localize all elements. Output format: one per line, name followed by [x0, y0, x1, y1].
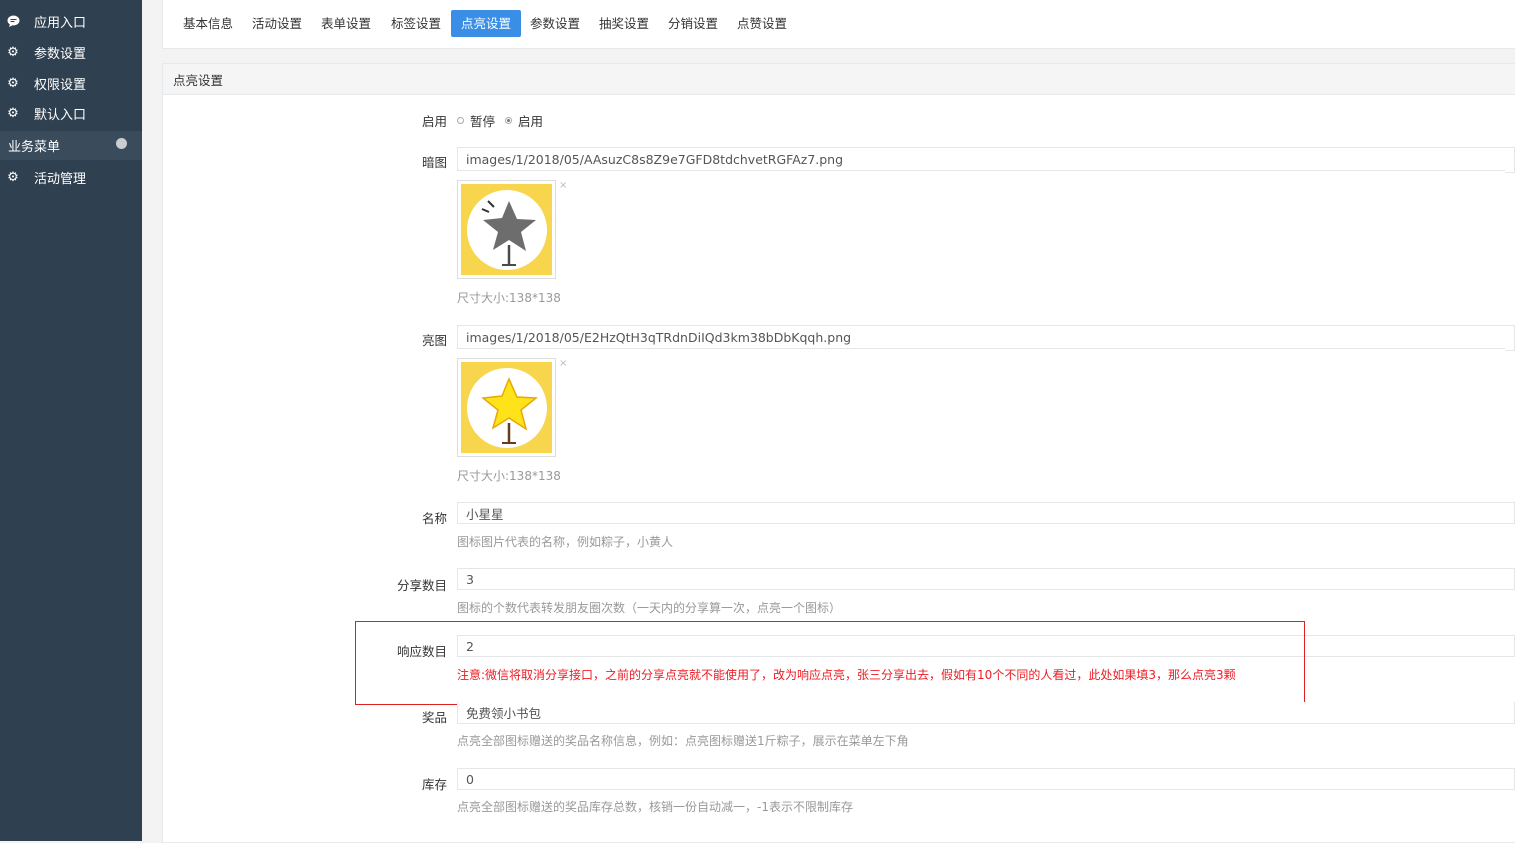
gear-icon: ⚙: [7, 75, 19, 91]
stock-value: 0: [466, 771, 474, 787]
light-image-path-value: images/1/2018/05/E2HzQtH3qTRdnDiIQd3km38…: [466, 329, 852, 345]
tab-form-settings[interactable]: 表单设置: [311, 10, 381, 37]
radio-icon: [457, 117, 464, 124]
prize-label: 奖品: [421, 710, 447, 725]
remove-dark-image-icon[interactable]: ×: [559, 180, 567, 191]
sidebar-item-label: 参数设置: [34, 46, 87, 62]
share-count-label: 分享数目: [396, 578, 447, 593]
yellow-star-icon: [466, 367, 547, 448]
annotation-highlight-box: [355, 621, 1305, 705]
share-count-input[interactable]: 3: [457, 568, 1515, 590]
enable-label: 启用: [421, 114, 447, 129]
gray-star-icon: [466, 189, 547, 270]
sidebar-item-label: 应用入口: [34, 15, 87, 31]
name-label: 名称: [421, 511, 447, 526]
tab-light-up-settings[interactable]: 点亮设置: [451, 10, 522, 37]
sidebar-group-business-menu[interactable]: 业务菜单: [0, 131, 142, 160]
radio-label: 暂停: [470, 114, 496, 129]
gear-icon: ⚙: [7, 105, 19, 121]
dark-image-select-button[interactable]: [1505, 147, 1515, 173]
remove-light-image-icon[interactable]: ×: [559, 358, 567, 369]
name-input[interactable]: 小星星: [457, 502, 1515, 524]
tab-activity-settings[interactable]: 活动设置: [242, 10, 312, 37]
dark-image-label: 暗图: [421, 155, 447, 170]
sidebar-item-default-entry[interactable]: ⚙ 默认入口: [0, 98, 142, 128]
sidebar-item-app-entry[interactable]: 应用入口: [0, 6, 142, 36]
stock-label: 库存: [421, 777, 447, 792]
share-count-value: 3: [466, 571, 474, 587]
tab-basic-info[interactable]: 基本信息: [173, 10, 243, 37]
enable-radio-on[interactable]: 启用: [505, 111, 543, 130]
dark-image-size-note: 尺寸大小:138*138: [457, 291, 561, 305]
radio-label: 启用: [518, 114, 544, 129]
light-up-settings-panel: 点亮设置: [162, 63, 1515, 843]
panel-title: 点亮设置: [163, 64, 1515, 95]
dark-image-thumbnail: [457, 180, 556, 279]
tab-tag-settings[interactable]: 标签设置: [381, 10, 451, 37]
sidebar-item-label: 默认入口: [34, 107, 87, 123]
tab-lottery-settings[interactable]: 抽奖设置: [589, 10, 659, 37]
dark-image-path-value: images/1/2018/05/AAsuzC8s8Z9e7GFD8tdchve…: [466, 151, 844, 167]
share-count-help: 图标的个数代表转发朋友圈次数（一天内的分享算一次，点亮一个图标）: [457, 601, 842, 615]
prize-help: 点亮全部图标赠送的奖品名称信息，例如：点亮图标赠送1斤粽子，展示在菜单左下角: [457, 734, 909, 748]
enable-radio-pause[interactable]: 暂停: [457, 111, 495, 130]
light-image-path-input[interactable]: images/1/2018/05/E2HzQtH3qTRdnDiIQd3km38…: [457, 325, 1507, 349]
light-image-label: 亮图: [421, 333, 447, 348]
tab-param-settings[interactable]: 参数设置: [520, 10, 590, 37]
gear-icon: ⚙: [7, 44, 19, 60]
tab-like-settings[interactable]: 点赞设置: [727, 10, 797, 37]
prize-value: 免费领小书包: [466, 706, 542, 721]
tab-bar: 基本信息 活动设置 表单设置 标签设置 点亮设置 参数设置 抽奖设置 分销设置 …: [162, 0, 1515, 49]
chat-bubble-icon: [6, 14, 20, 28]
sidebar-group-label: 业务菜单: [8, 140, 61, 155]
radio-selected-icon: [505, 117, 512, 124]
name-help: 图标图片代表的名称，例如粽子，小黄人: [457, 535, 674, 549]
stock-input[interactable]: 0: [457, 768, 1515, 790]
sidebar-item-label: 权限设置: [34, 77, 87, 93]
sidebar-item-permissions[interactable]: ⚙ 权限设置: [0, 68, 142, 98]
light-image-thumbnail: [457, 358, 556, 457]
light-image-select-button[interactable]: [1505, 325, 1515, 351]
sidebar-item-params[interactable]: ⚙ 参数设置: [0, 37, 142, 67]
gear-icon: ⚙: [7, 169, 19, 185]
sidebar: 应用入口 ⚙ 参数设置 ⚙ 权限设置 ⚙ 默认入口 业务菜单 ⚙ 活动管理: [0, 0, 142, 841]
collapse-toggle-icon[interactable]: [116, 138, 127, 149]
dark-image-path-input[interactable]: images/1/2018/05/AAsuzC8s8Z9e7GFD8tdchve…: [457, 147, 1507, 171]
sidebar-item-activity-management[interactable]: ⚙ 活动管理: [0, 162, 142, 192]
prize-input[interactable]: 免费领小书包: [457, 702, 1515, 724]
stock-help: 点亮全部图标赠送的奖品库存总数，核销一份自动减一，-1表示不限制库存: [457, 800, 853, 814]
sidebar-item-label: 活动管理: [34, 171, 87, 187]
light-image-size-note: 尺寸大小:138*138: [457, 469, 561, 483]
name-input-value: 小星星: [466, 506, 504, 522]
tab-distribution-settings[interactable]: 分销设置: [658, 10, 728, 37]
